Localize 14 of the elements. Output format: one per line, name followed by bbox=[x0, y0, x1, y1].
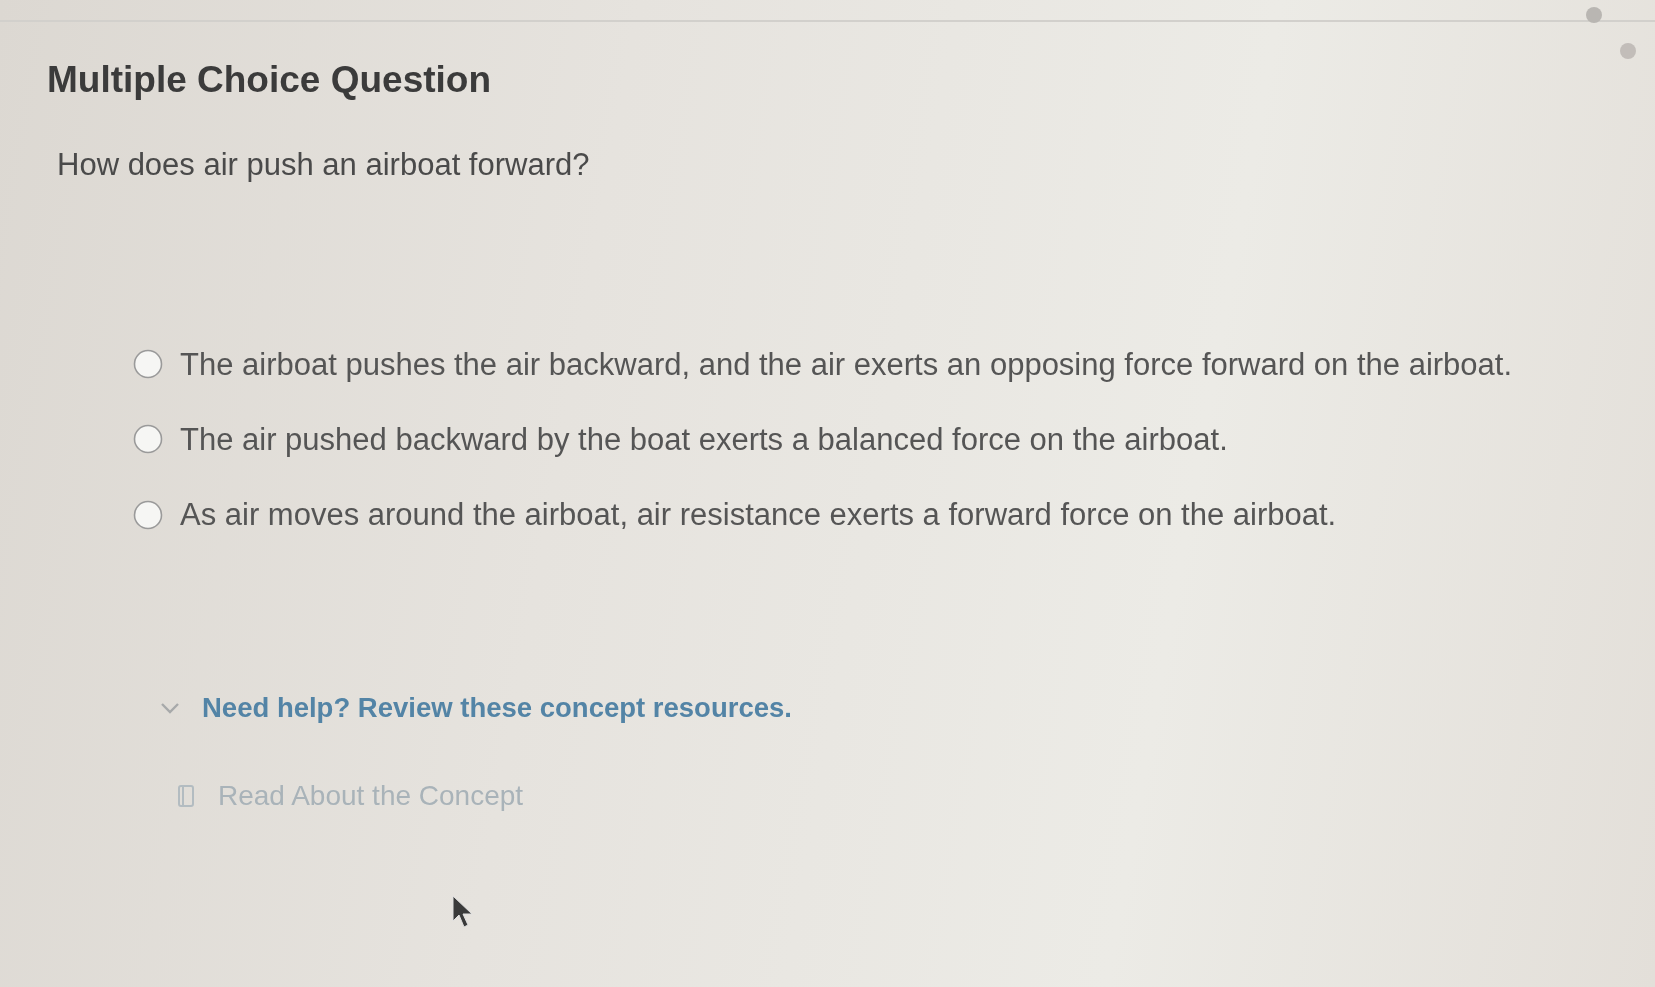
answer-option-text[interactable]: As air moves around the airboat, air resistance exerts a forward force on the airboat. bbox=[180, 495, 1337, 534]
answer-option-text[interactable]: The air pushed backward by the boat exerts a balanced force on the airboat. bbox=[180, 420, 1228, 458]
radio-button[interactable] bbox=[133, 499, 163, 530]
question-text: How does air push an airboat forward? bbox=[57, 146, 591, 184]
question-heading: Multiple Choice Question bbox=[47, 58, 493, 102]
circle-icon[interactable] bbox=[1619, 42, 1637, 60]
chevron-icon[interactable] bbox=[160, 700, 180, 715]
mouse-pointer-icon bbox=[452, 895, 474, 929]
book-icon bbox=[178, 784, 194, 807]
answer-option-text[interactable]: The airboat pushes the air backward, and the air exerts an opposing force forward on the airboat. bbox=[180, 345, 1513, 383]
circle-icon[interactable] bbox=[1585, 6, 1603, 24]
help-toggle[interactable]: Need help? Review these concept resources. bbox=[202, 691, 792, 725]
radio-button[interactable] bbox=[133, 349, 163, 380]
radio-button[interactable] bbox=[133, 424, 163, 455]
